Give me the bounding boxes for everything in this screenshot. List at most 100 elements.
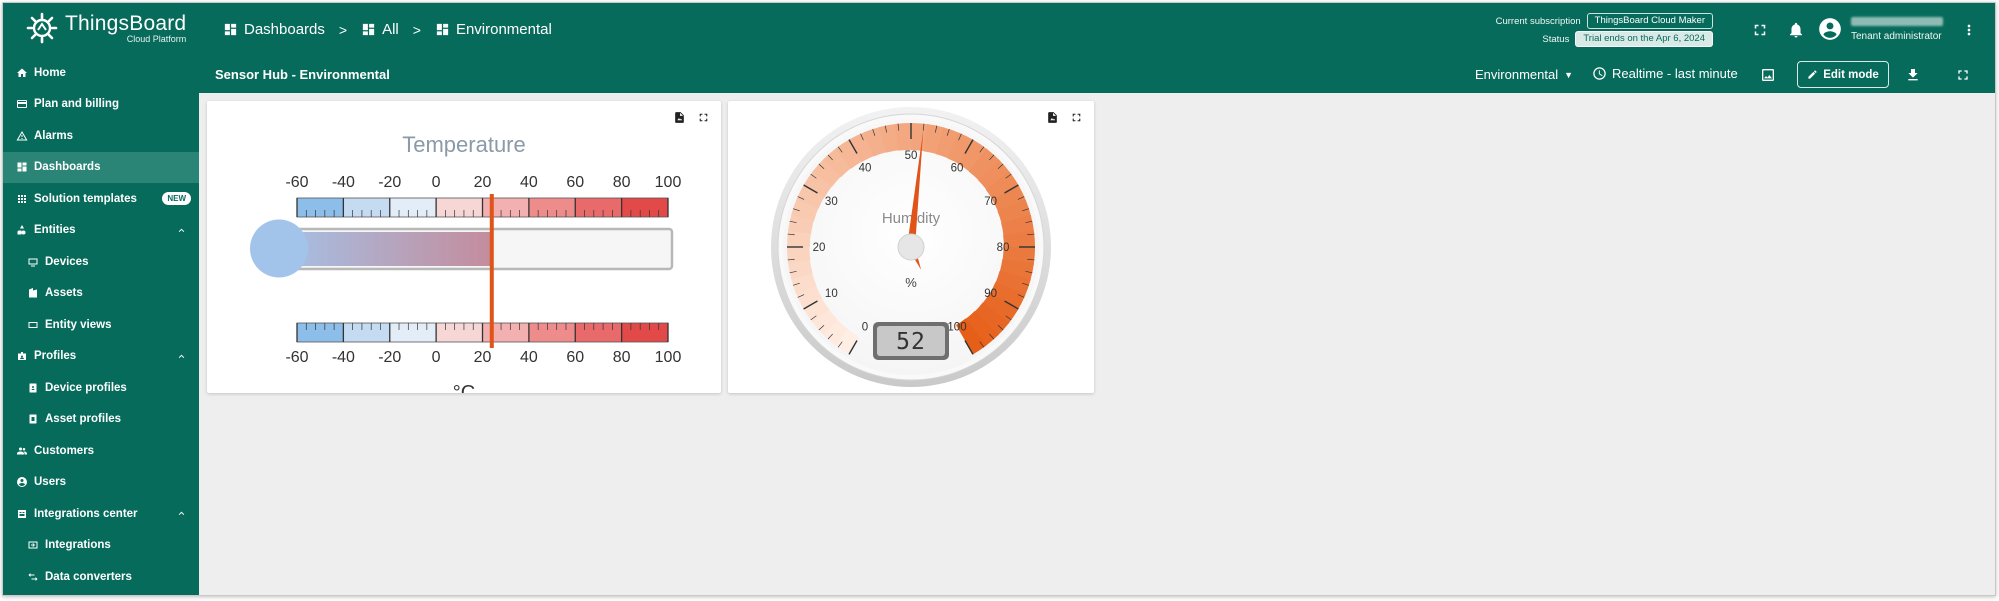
user-name-redacted xyxy=(1851,16,1943,26)
sidebar-item-label: Integrations center xyxy=(34,507,138,520)
dashboard-toolbar: Sensor Hub - Environmental Environmental… xyxy=(199,57,1995,93)
sidebar-item-entities[interactable]: Entities xyxy=(3,215,199,247)
breadcrumb-all[interactable]: All xyxy=(361,21,399,38)
tick-label: 50 xyxy=(905,150,918,162)
tick-label: 60 xyxy=(566,349,584,366)
sidebar-item-users[interactable]: Users xyxy=(3,467,199,499)
sidebar-item-assets[interactable]: Assets xyxy=(3,278,199,310)
tick-label: 60 xyxy=(951,162,964,174)
pencil-icon xyxy=(1808,70,1817,79)
sidebar-item-home[interactable]: Home xyxy=(3,57,199,89)
sidebar-item-customers[interactable]: Customers xyxy=(3,435,199,467)
scale-band-top xyxy=(528,198,576,217)
sidebar-item-label: Data converters xyxy=(45,570,132,583)
scale-band-bottom xyxy=(482,323,529,342)
scale-band-bottom xyxy=(528,323,576,342)
breadcrumb-label: Environmental xyxy=(455,21,552,38)
sidebar-item-label: Devices xyxy=(45,255,89,268)
download-icon[interactable] xyxy=(1905,67,1921,83)
sidebar-item-label: Alarms xyxy=(34,129,73,142)
fullscreen-icon[interactable] xyxy=(1955,67,1971,83)
sidebar-item-device-profiles[interactable]: Device profiles xyxy=(3,372,199,404)
sidebar-item-asset-profiles[interactable]: Asset profiles xyxy=(3,404,199,436)
tick-label: 20 xyxy=(813,242,826,254)
sidebar-item-profiles[interactable]: Profiles xyxy=(3,341,199,373)
more-vert-icon[interactable] xyxy=(1961,21,1977,39)
sidebar-item-data-converters[interactable]: Data converters xyxy=(3,561,199,593)
fullscreen-icon[interactable] xyxy=(1751,21,1769,39)
dashboard-icon xyxy=(17,162,27,172)
sidebar-item-plan-and-billing[interactable]: Plan and billing xyxy=(3,89,199,121)
tick-label: 80 xyxy=(613,349,631,366)
assets-icon xyxy=(29,288,37,298)
breadcrumb-dashboards[interactable]: Dashboards xyxy=(223,21,325,38)
tick-label: 40 xyxy=(859,162,872,174)
scale-band-bottom xyxy=(575,323,622,342)
breadcrumb-label: All xyxy=(382,21,399,38)
sidebar-item-label: Asset profiles xyxy=(45,413,122,426)
sidebar-item-alarms[interactable]: Alarms xyxy=(3,120,199,152)
subscription-plan-badge[interactable]: ThingsBoard Cloud Maker xyxy=(1586,13,1713,29)
user-role: Tenant administrator xyxy=(1851,30,1942,42)
radial-gauge: 0102030405060708090100Humidity%52 xyxy=(771,107,1051,387)
integrations-icon xyxy=(28,541,38,549)
scale-band-top xyxy=(621,198,668,217)
notifications-bell-icon[interactable] xyxy=(1787,21,1805,39)
sidebar: Home Plan and billing Alarms Dashboards Solu… xyxy=(3,57,199,595)
edit-mode-button[interactable]: Edit mode xyxy=(1797,61,1889,88)
value-needle xyxy=(489,194,494,348)
sidebar-item-integrations[interactable]: Integrations xyxy=(3,530,199,562)
scale-band-bottom xyxy=(436,323,483,342)
sidebar-item-entity-views[interactable]: Entity views xyxy=(3,309,199,341)
dashboard-title: Sensor Hub - Environmental xyxy=(215,67,390,82)
sidebar-item-devices[interactable]: Devices xyxy=(3,246,199,278)
sidebar-item-label: Assets xyxy=(45,287,83,300)
dashboard-state-value: Environmental xyxy=(1475,67,1559,82)
sidebar-item-integrations-center[interactable]: Integrations center xyxy=(3,498,199,530)
breadcrumb-separator: > xyxy=(412,21,421,38)
edit-mode-label: Edit mode xyxy=(1823,68,1879,81)
tick-label: 20 xyxy=(474,174,492,191)
sidebar-item-dashboards[interactable]: Dashboards xyxy=(3,151,199,183)
chevron-up-icon[interactable] xyxy=(176,351,187,362)
account-avatar-icon xyxy=(1819,18,1841,40)
clock-icon xyxy=(1593,67,1606,80)
image-export-icon[interactable] xyxy=(1760,67,1776,83)
user-menu[interactable]: Tenant administrator xyxy=(1817,16,1943,42)
sidebar-item-label: Plan and billing xyxy=(34,98,119,111)
billing-icon xyxy=(17,100,27,109)
humidity-widget: 0102030405060708090100Humidity%52 xyxy=(728,101,1094,393)
sidebar-item-solution-templates[interactable]: Solution templates NEW xyxy=(3,183,199,215)
dashboard-icon xyxy=(224,23,237,36)
new-badge: NEW xyxy=(162,192,191,205)
timewindow-selector[interactable]: Realtime - last minute xyxy=(1592,66,1738,81)
scale-band-top xyxy=(297,198,344,217)
sidebar-item-label: Entity views xyxy=(45,318,112,331)
subscription-info: Current subscription ThingsBoard Cloud M… xyxy=(1496,13,1713,49)
tick-label: 60 xyxy=(566,174,584,191)
highlight-band xyxy=(787,245,811,264)
tick-label: 0 xyxy=(862,322,868,334)
logo[interactable]: ThingsBoard Cloud Platform xyxy=(25,11,186,45)
converters-icon xyxy=(28,572,38,581)
tick-label: 80 xyxy=(997,242,1010,254)
sidebar-item-label: Customers xyxy=(34,444,95,457)
thingsboard-logo-icon xyxy=(26,12,58,44)
scale-band-bottom xyxy=(343,323,390,342)
top-bar: ThingsBoard Cloud Platform Dashboards > … xyxy=(3,3,1995,57)
chevron-up-icon[interactable] xyxy=(176,225,187,236)
needle-hub xyxy=(897,233,925,261)
tick-label: 80 xyxy=(613,174,631,191)
dashboard-state-select[interactable]: Environmental ▼ xyxy=(1475,67,1573,82)
app-window: ThingsBoard Cloud Platform Dashboards > … xyxy=(2,2,1996,596)
gauge-title: Temperature xyxy=(402,132,526,157)
scale-band-top xyxy=(436,198,483,217)
chevron-up-icon[interactable] xyxy=(176,508,187,519)
asset-profile-icon xyxy=(29,414,37,424)
alarm-icon xyxy=(16,130,28,141)
tick-label: 100 xyxy=(655,174,682,191)
tick-label: 20 xyxy=(474,349,492,366)
tick-label: -60 xyxy=(285,349,308,366)
scale-band-top xyxy=(482,198,529,217)
devices-icon xyxy=(28,258,38,267)
